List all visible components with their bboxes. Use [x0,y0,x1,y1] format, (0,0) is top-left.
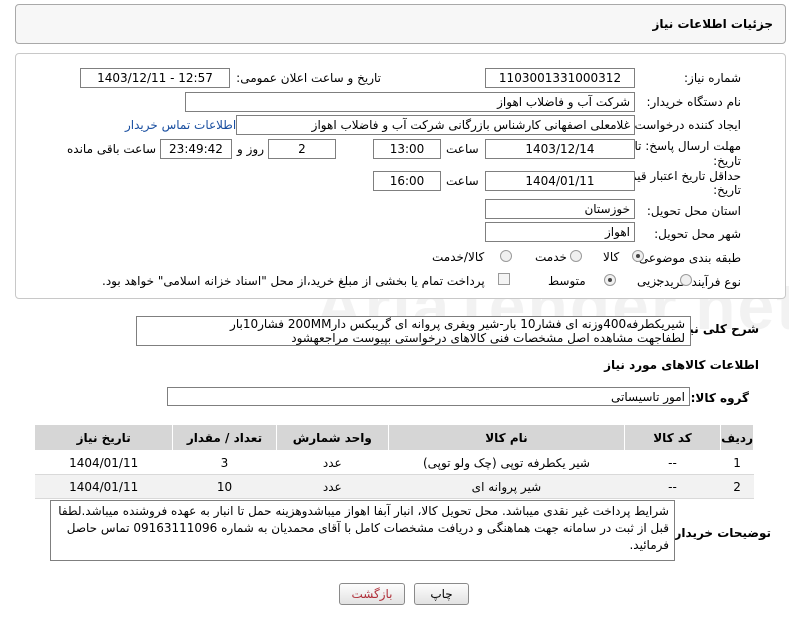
page-header: جزئیات اطلاعات نیاز [15,4,786,44]
reply-time-label: ساعت [446,142,479,156]
buyer-notes-field: شرایط پرداخت غیر نقدی میباشد. محل تحویل … [50,500,675,561]
col-header-need-date: تاریخ نیاز [33,424,174,451]
announce-field: 1403/12/11 - 12:57 [80,68,230,88]
remaining-time-label: ساعت باقی مانده [67,142,157,156]
purchase-radio-medium[interactable] [604,274,616,286]
items-table-wrapper: ردیف کد کالا نام کالا واحد شمارش تعداد /… [33,424,754,499]
items-table: ردیف کد کالا نام کالا واحد شمارش تعداد /… [33,424,754,499]
category-option-service: خدمت [535,250,567,264]
days-label: روز و [237,142,264,156]
province-label: استان محل تحویل: [646,204,741,218]
treasury-text: پرداخت تمام یا بخشی از مبلغ خرید،از محل … [102,274,485,288]
table-header-row: ردیف کد کالا نام کالا واحد شمارش تعداد /… [33,424,754,451]
category-radio-service[interactable] [570,250,582,262]
table-cell: 1404/01/11 [34,474,173,499]
creator-field: غلامعلی اصفهانی کارشناس بازرگانی شرکت آب… [236,115,635,135]
days-field: 2 [268,139,336,159]
price-time-label: ساعت [446,174,479,188]
table-cell: عدد [276,450,389,475]
goods-group-field: امور تاسیساتی [167,387,690,406]
contact-info-link[interactable]: اطلاعات تماس خریدار [125,118,236,132]
category-radio-goods-service[interactable] [500,250,512,262]
need-number-field: 1103001331000312 [485,68,635,88]
city-field: اهواز [485,222,635,242]
goods-group-label: گروه کالا: [690,391,749,405]
buyer-org-field: شرکت آب و فاضلاب اهواز [185,92,635,112]
category-label: طبقه بندی موضوعی: [634,251,741,265]
page-title: جزئیات اطلاعات نیاز [652,17,773,31]
table-cell: شیر پروانه ای [388,474,625,499]
description-line-2: لطفاجهت مشاهده اصل مشخصات فنی کالاهای در… [291,331,685,345]
col-header-quantity: تعداد / مقدار [172,424,277,451]
reply-date-field: 1403/12/14 [485,139,635,159]
creator-label: ایجاد کننده درخواست: [630,118,741,132]
purchase-radio-minor[interactable] [680,274,692,286]
table-cell: 3 [172,450,277,475]
price-date-field: 1404/01/11 [485,171,635,191]
purchase-type-label: نوع فرآیند خرید : [656,275,741,289]
announce-label: تاریخ و ساعت اعلان عمومی: [236,71,381,85]
purchase-option-minor: جزیی [637,274,665,288]
reply-time-field: 13:00 [373,139,441,159]
table-cell: 10 [172,474,277,499]
category-option-goods: کالا [603,250,620,264]
table-cell: -- [624,474,721,499]
description-field: شیریکطرفه400وزنه ای فشار10 بار-شیر ویفری… [136,316,691,346]
table-cell: 2 [720,474,754,499]
description-line-1: شیریکطرفه400وزنه ای فشار10 بار-شیر ویفری… [230,317,685,331]
treasury-checkbox[interactable] [498,273,510,285]
price-time-field: 16:00 [373,171,441,191]
col-header-goods-code: کد کالا [623,424,722,451]
table-cell: عدد [276,474,389,499]
col-header-goods-name: نام کالا [387,424,625,451]
remaining-time-field: 23:49:42 [160,139,232,159]
table-cell: شیر یکطرفه توپی (چک ولو توپی) [388,450,625,475]
buyer-notes-label: توضیحات خریدار: [669,526,771,540]
need-number-label: شماره نیاز: [684,71,741,85]
table-row: 2 -- شیر پروانه ای عدد 10 1404/01/11 [34,474,754,499]
category-option-goods-service: کالا/خدمت [432,250,485,264]
category-radio-goods[interactable] [632,250,644,262]
goods-section-title: اطلاعات کالاهای مورد نیاز [604,358,759,372]
province-field: خوزستان [485,199,635,219]
print-button[interactable]: چاپ [414,583,469,605]
table-row: 1 -- شیر یکطرفه توپی (چک ولو توپی) عدد 3… [34,450,754,475]
price-validity-label-date: تاریخ: [713,183,741,197]
buyer-org-label: نام دستگاه خریدار: [646,95,742,109]
city-label: شهر محل تحویل: [654,227,741,241]
reply-deadline-label-date: تاریخ: [713,154,741,168]
table-cell: -- [624,450,721,475]
purchase-option-medium: متوسط [548,274,586,288]
col-header-row-number: ردیف [720,424,754,451]
reply-deadline-label: مهلت ارسال پاسخ: تا [634,139,741,153]
back-button[interactable]: بازگشت [339,583,405,605]
table-cell: 1 [720,450,754,475]
col-header-unit: واحد شمارش [275,424,389,451]
table-cell: 1404/01/11 [34,450,173,475]
